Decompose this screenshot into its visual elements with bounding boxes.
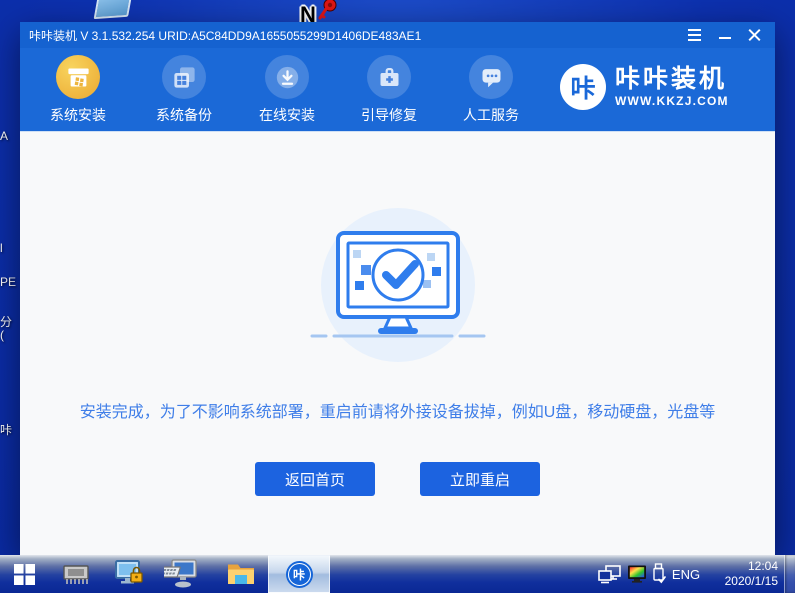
menu-icon[interactable] (687, 28, 702, 43)
desktop-partial-label: A (0, 129, 9, 143)
taskbar-kaka-app-button[interactable]: 咔 (268, 555, 330, 593)
desktop-display-icon[interactable] (93, 0, 133, 20)
window-controls (687, 22, 762, 48)
brand-title: 咔咔装机 (615, 65, 728, 93)
backup-windows-icon (162, 55, 206, 99)
start-button[interactable] (0, 555, 48, 593)
nav-label: 系统备份 (156, 107, 212, 123)
nav-item-system-install[interactable]: 系统安装 (42, 55, 114, 125)
close-icon[interactable] (747, 28, 762, 43)
taskbar-folder-app-icon[interactable] (218, 555, 264, 593)
desktop-partial-label: PE (0, 275, 17, 289)
network-icon[interactable] (598, 565, 622, 589)
nav-item-online-install[interactable]: 在线安装 (251, 55, 323, 125)
install-package-icon (56, 55, 100, 99)
usb-icon[interactable] (651, 563, 666, 590)
desktop-partial-label: l (0, 241, 3, 255)
language-indicator[interactable]: ENG (668, 555, 704, 593)
tray-time: 12:04 (747, 559, 778, 573)
kaka-installer-window: 咔咔装机 V 3.1.532.254 URID:A5C84DD9A1655055… (20, 22, 775, 555)
nav-item-boot-repair[interactable]: 引导修复 (353, 55, 425, 125)
kaka-logo-icon: 咔 (560, 64, 606, 110)
brand-logo: 咔 咔咔装机 WWW.KKZJ.COM (560, 64, 729, 110)
tray-date: 2020/1/15 (724, 574, 778, 588)
nav-bar: 系统安装 系统备份 在线安装 引导修复 人工服务 咔 咔咔装机 WWW.KKZJ… (20, 48, 775, 132)
clock[interactable]: 12:04 2020/1/15 (702, 559, 778, 589)
display-color-icon[interactable] (627, 565, 647, 588)
desktop: N A l PE 分( 咔 咔咔装机 V 3.1.532.254 URID:A5… (0, 0, 795, 593)
kaka-app-icon: 咔 (285, 560, 313, 588)
boot-repair-toolbox-icon (367, 55, 411, 99)
nav-label: 系统安装 (50, 107, 106, 123)
support-chat-icon (469, 55, 513, 99)
restart-now-button[interactable]: 立即重启 (420, 462, 540, 496)
windows-logo-icon (13, 563, 35, 585)
taskbar-monitor-lock-app-icon[interactable] (106, 555, 152, 593)
taskbar: 咔 ENG 12:04 2020/1/15 (0, 555, 795, 593)
online-download-icon (265, 55, 309, 99)
taskbar-monitor-keyboard-app-icon[interactable] (158, 555, 204, 593)
nav-item-support[interactable]: 人工服务 (455, 55, 527, 125)
desktop-ntlite-key-icon[interactable]: N (300, 0, 346, 27)
monitor-check-icon (310, 231, 485, 338)
return-home-button[interactable]: 返回首页 (255, 462, 375, 496)
nav-label: 人工服务 (463, 107, 519, 123)
nav-label: 在线安装 (259, 107, 315, 123)
minimize-icon[interactable] (717, 28, 732, 43)
window-title: 咔咔装机 V 3.1.532.254 URID:A5C84DD9A1655055… (29, 28, 422, 43)
titlebar[interactable]: 咔咔装机 V 3.1.532.254 URID:A5C84DD9A1655055… (20, 22, 775, 48)
nav-item-system-backup[interactable]: 系统备份 (148, 55, 220, 125)
show-desktop-button[interactable] (784, 555, 795, 593)
taskbar-chip-app-icon[interactable] (55, 555, 97, 593)
brand-url: WWW.KKZJ.COM (615, 94, 729, 108)
main-content: 安装完成，为了不影响系统部署，重启前请将外接设备拔掉，例如U盘，移动硬盘，光盘等… (20, 132, 775, 554)
desktop-partial-label: 分( (0, 315, 13, 342)
red-key-icon (318, 0, 337, 20)
nav-label: 引导修复 (361, 107, 417, 123)
kaka-symbol: 咔 (292, 567, 305, 582)
completion-message: 安装完成，为了不影响系统部署，重启前请将外接设备拔掉，例如U盘，移动硬盘，光盘等 (79, 404, 716, 421)
desktop-partial-label: 咔 (0, 423, 13, 437)
button-row: 返回首页 立即重启 (20, 462, 775, 496)
